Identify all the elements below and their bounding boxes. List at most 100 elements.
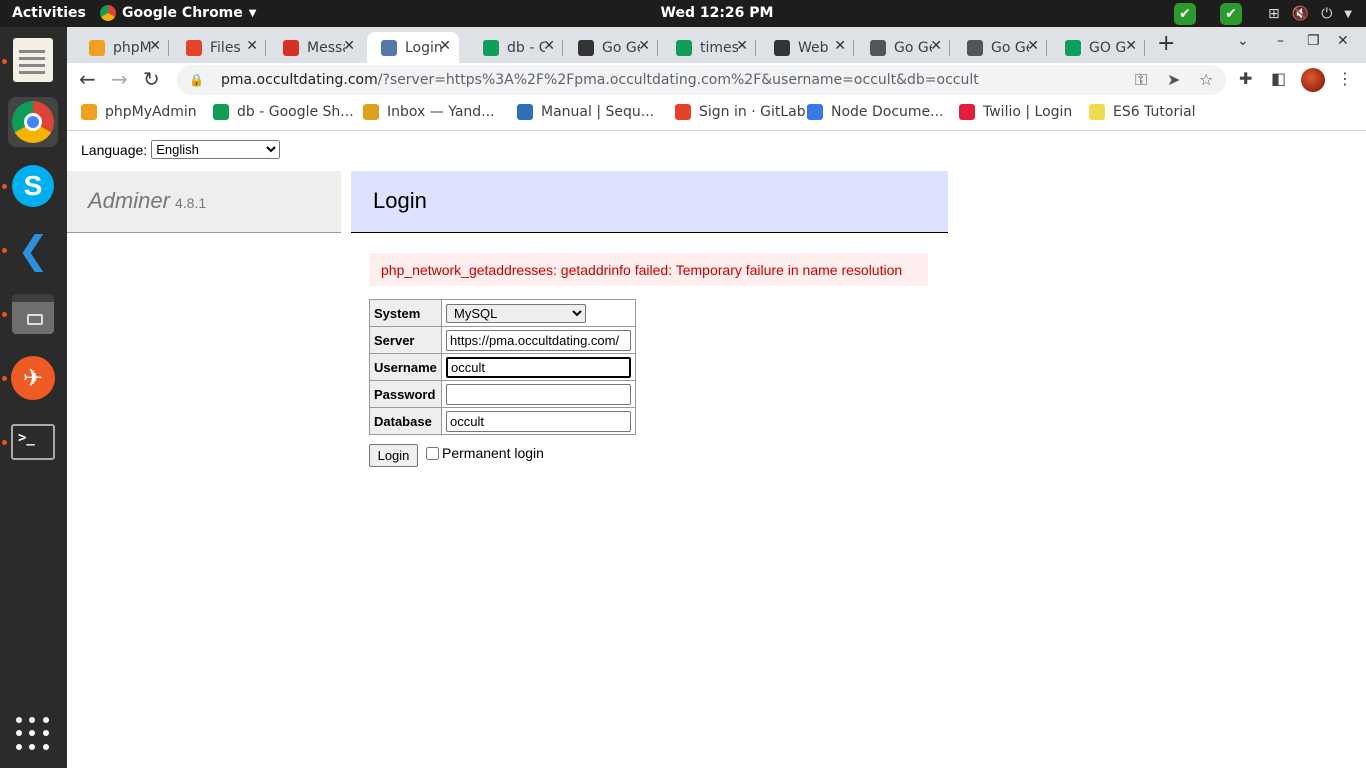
close-tab-icon[interactable]: ✕ [343,38,355,54]
terminal-launcher[interactable]: >_ [8,417,58,467]
bookmark-item[interactable]: Node Docume... [807,104,944,120]
bookmark-item[interactable]: Manual | Sequ... [517,104,654,120]
clock[interactable]: Wed 12:26 PM [0,5,1366,21]
vscode-launcher[interactable]: ❮ [8,225,58,275]
side-panel-icon[interactable]: ◧ [1271,69,1286,88]
login-button[interactable]: Login [369,444,418,467]
volume-icon[interactable]: 🔇 [1292,6,1309,22]
extensions-icon[interactable]: ✚ [1239,69,1252,88]
tab-title: phpMyAdmin [113,39,151,56]
adminer-page: Language: English Adminer 4.8.1 Login ph… [67,132,1366,768]
url-host: pma.occultdating.com [221,72,378,88]
browser-tab[interactable]: Go Get✕ [564,32,658,63]
close-tab-icon[interactable]: ✕ [543,38,555,54]
send-icon[interactable]: ➤ [1167,70,1180,89]
browser-tab[interactable]: Go Get✕ [856,32,950,63]
running-indicator [2,440,7,445]
close-tab-icon[interactable]: ✕ [439,38,451,54]
forward-button[interactable]: → [111,67,128,91]
close-tab-icon[interactable]: ✕ [246,38,258,54]
browser-tab[interactable]: Login ✕ [367,32,459,63]
chrome-icon [12,101,54,143]
username-input[interactable] [446,356,631,378]
check-icon[interactable]: ✔ [1220,3,1243,25]
chevron-down-icon[interactable]: ▼ [1344,9,1352,20]
system-select[interactable]: MySQL [446,303,586,323]
browser-tab[interactable]: Go Get✕ [953,32,1047,63]
browser-tab[interactable]: phpMyAdmin✕ [75,32,169,63]
browser-tab[interactable]: timesheet✕ [662,32,756,63]
system-top-bar: Activities Google Chrome ▼ Wed 12:26 PM … [0,0,1366,27]
profile-avatar[interactable] [1301,68,1325,92]
check-icon[interactable]: ✔ [1174,3,1197,25]
server-input[interactable] [446,329,631,351]
browser-tab[interactable]: db - Google Sheets✕ [469,32,563,63]
menu-icon[interactable]: ⋮ [1337,69,1353,88]
bookmark-item[interactable]: Inbox — Yand... [363,104,495,120]
show-apps-button[interactable] [8,709,58,759]
language-select[interactable]: English [151,140,281,159]
postman-launcher[interactable]: ✈ [8,353,58,403]
tab-separator [265,40,266,56]
close-tab-icon[interactable]: ✕ [149,38,161,54]
adminer-brand-link[interactable]: Adminer [88,188,170,214]
form-row-database: Database [369,407,636,435]
close-tab-icon[interactable]: ✕ [736,38,748,54]
address-bar[interactable]: 🔒 pma.occultdating.com/?server=https%3A%… [177,65,1226,95]
close-window-icon[interactable]: ✕ [1337,33,1349,49]
minimize-icon[interactable]: – [1277,33,1284,49]
close-tab-icon[interactable]: ✕ [638,38,650,54]
restore-icon[interactable]: ❐ [1307,33,1320,49]
files-launcher[interactable] [8,289,58,339]
bookmark-item[interactable]: ES6 Tutorial [1089,104,1196,120]
close-tab-icon[interactable]: ✕ [834,38,846,54]
browser-tab[interactable]: Files ✕ [172,32,266,63]
tab-separator [755,40,756,56]
bookmark-star-icon[interactable]: ☆ [1199,70,1213,89]
browser-tab[interactable]: Messages✕ [269,32,363,63]
gopher-icon [967,39,983,56]
close-tab-icon[interactable]: ✕ [930,38,942,54]
reload-button[interactable]: ↻ [143,67,160,91]
lock-icon[interactable]: 🔒 [189,73,205,87]
running-indicator [2,248,7,253]
mail-icon [363,104,379,120]
close-tab-icon[interactable]: ✕ [1125,38,1137,54]
browser-tab[interactable]: GO Get✕ [1051,32,1145,63]
bookmark-label: Manual | Sequ... [541,104,655,120]
running-indicator [2,312,7,317]
gopher-icon [870,39,886,56]
bookmark-item[interactable]: phpMyAdmin [81,104,197,120]
adminer-version[interactable]: 4.8.1 [175,195,206,211]
pma-icon [81,104,97,120]
bookmark-item[interactable]: Twilio | Login [959,104,1072,120]
bookmark-label: Node Docume... [831,104,944,120]
tab-search-icon[interactable]: ⌄ [1237,33,1249,49]
key-icon[interactable]: ⚿ [1135,70,1147,90]
permanent-login-checkbox[interactable] [426,446,439,460]
login-header: Login [351,171,948,233]
running-indicator [2,184,7,189]
files-icon [12,294,54,334]
bookmark-item[interactable]: db - Google Sh... [213,104,354,120]
text-editor-launcher[interactable] [8,35,58,85]
gmail-icon [283,39,299,56]
database-input[interactable] [446,410,631,432]
system-label: System [369,299,442,327]
close-tab-icon[interactable]: ✕ [1027,38,1039,54]
new-tab-button[interactable]: + [1157,31,1175,56]
power-icon[interactable]: ⏻ [1321,6,1332,22]
network-icon[interactable]: ⊞ [1268,6,1280,22]
skype-launcher[interactable]: S [8,161,58,211]
form-row-system: System MySQL [369,299,636,327]
tab-strip: phpMyAdmin✕Files✕Messages✕Login✕db - Goo… [67,27,1366,63]
password-input[interactable] [446,383,631,405]
skype-icon: S [12,165,54,207]
username-label: Username [369,353,442,381]
text-editor-icon [13,38,53,82]
back-button[interactable]: ← [79,67,96,91]
browser-tab[interactable]: Web ✕ [760,32,854,63]
bookmark-item[interactable]: Sign in · GitLab [675,104,806,120]
chrome-launcher[interactable] [8,97,58,147]
permanent-login[interactable]: Permanent login [426,445,544,461]
